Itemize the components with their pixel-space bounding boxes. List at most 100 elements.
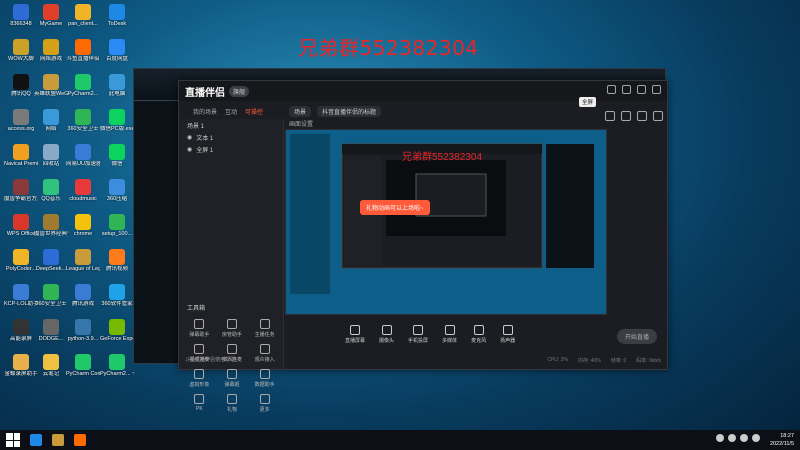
desktop-icon[interactable]: PyCharm2... 专业版(win... (100, 354, 134, 377)
start-live-button[interactable]: 开始直播 (616, 329, 657, 344)
desktop-icon[interactable]: League of Legends (66, 249, 100, 272)
desktop-icon[interactable]: 360安全卫士 (34, 284, 68, 307)
tab-control[interactable]: 可操控 (245, 107, 263, 116)
tool-item[interactable]: 虚拟形象 (183, 369, 216, 388)
source-button[interactable]: 多媒体 (442, 324, 457, 344)
source-button[interactable]: 直播屏幕 (345, 324, 365, 344)
eye-icon[interactable]: ◉ (187, 146, 192, 153)
desktop-icon-label: 金蝶录屏助手 (4, 371, 38, 377)
tool-item[interactable]: 主播任务 (248, 319, 281, 338)
desktop-icon[interactable]: PyCharm Communi... (66, 354, 100, 377)
bell-icon[interactable] (621, 111, 631, 121)
streaming-app-window[interactable]: 直播伴侣 旗舰 我的场景 互动 可操控 场景 1 ◉ 文本 1 ◉ 全屏 1 工具箱… (178, 80, 668, 413)
inner-watermark: 兄弟群552382304 (402, 152, 483, 163)
desktop-icon[interactable]: DODGE... (34, 319, 68, 342)
desktop-icon[interactable]: 魔兽争霸官方对战平台 (4, 179, 38, 202)
tool-item[interactable]: 观众接入 (248, 344, 281, 363)
desktop-icon[interactable]: 腾讯QQ (4, 74, 38, 97)
stream-title-field[interactable]: 抖音直播伴侣的标题 (317, 105, 382, 117)
desktop-icon[interactable]: setup_100... (100, 214, 134, 237)
desktop-icon[interactable]: chrome (66, 214, 100, 237)
desktop-icon[interactable]: 腾讯视频 (100, 249, 134, 272)
share-icon[interactable] (605, 111, 615, 121)
desktop-icon[interactable]: 360软件管家 (100, 284, 134, 307)
desktop-icon[interactable]: pan_client... (66, 4, 100, 27)
tool-item[interactable]: 礼物 (216, 394, 249, 413)
maximize-icon[interactable] (637, 85, 646, 94)
desktop-icon[interactable]: 此电脑 (100, 74, 134, 97)
preview-settings-label: 画面设置 (289, 122, 314, 128)
desktop-icon[interactable]: Navicat Premium (4, 144, 38, 167)
tab-scenes[interactable]: 我的场景 (193, 107, 217, 116)
desktop-icon-label: 回收站 (42, 161, 60, 167)
start-button[interactable] (6, 433, 20, 447)
desktop-icon[interactable]: 斗鱼直播伴侣 (66, 39, 100, 62)
desktop-icon[interactable]: 魔兽世界经典怀旧服 (34, 214, 68, 237)
desktop-icon[interactable]: KCP-LOL助手 (4, 284, 38, 307)
desktop-icon[interactable]: 百度网盘 (100, 39, 134, 62)
settings-icon[interactable] (607, 85, 616, 94)
desktop-icon[interactable]: 英雄联盟WeGame版 (34, 74, 68, 97)
tool-item[interactable]: 弹幕助手 (183, 319, 216, 338)
app-icon (13, 74, 29, 90)
eye-icon[interactable]: ◉ (187, 134, 192, 141)
desktop-icon[interactable]: ToDesk (100, 4, 134, 27)
fullscreen-icon[interactable] (637, 111, 647, 121)
tool-item[interactable]: PK (183, 394, 216, 413)
desktop-icon[interactable]: cloudmusic (66, 179, 100, 202)
taskbar-app-icon[interactable] (30, 434, 42, 446)
desktop-icon[interactable]: PolyCoder... (4, 249, 38, 272)
desktop-icon[interactable]: python-3.9... (66, 319, 100, 342)
tray-icon[interactable] (716, 434, 724, 442)
desktop-icon[interactable]: 云笔记 (34, 354, 68, 377)
desktop-icon[interactable]: 微信 (100, 144, 134, 167)
desktop-icon[interactable]: 微信PC版.exe (100, 109, 134, 132)
app-icon (43, 319, 59, 335)
desktop-icon[interactable]: GeForce Experience (100, 319, 134, 342)
scene-item[interactable]: ◉ 全屏 1 (179, 143, 283, 155)
desktop-icon[interactable]: PyCharm2... (66, 74, 100, 97)
tool-item[interactable]: 房管助手 (216, 319, 249, 338)
desktop-icon[interactable]: 腾讯游戏 (66, 284, 100, 307)
taskbar-app-icon[interactable] (52, 434, 64, 446)
desktop-icon[interactable]: 网络游戏 (34, 39, 68, 62)
source-button[interactable]: 麦克风 (471, 324, 486, 344)
desktop-icon[interactable]: WPS Office (4, 214, 38, 237)
source-button[interactable]: 摄像头 (379, 324, 394, 344)
taskbar-app-icon[interactable] (74, 434, 86, 446)
desktop-icon[interactable]: MyGame (34, 4, 68, 27)
desktop-icon[interactable]: 360压缩 (100, 179, 134, 202)
scene-item[interactable]: ◉ 文本 1 (179, 131, 283, 143)
source-button[interactable]: 扬声器 (500, 324, 515, 344)
desktop-icon[interactable]: 360安全卫士 (66, 109, 100, 132)
more-icon[interactable] (653, 111, 663, 121)
tray-icon[interactable] (740, 434, 748, 442)
app-logo: 直播伴侣 (185, 87, 225, 99)
tray-icon[interactable] (728, 434, 736, 442)
source-icon (502, 324, 513, 335)
desktop-icon[interactable]: 8366348 (4, 4, 38, 27)
desktop-icon[interactable]: 网络 (34, 109, 68, 132)
close-icon[interactable] (652, 85, 661, 94)
scene-item[interactable]: 场景 1 (179, 119, 283, 131)
scene-tab[interactable]: 场景 (289, 105, 312, 117)
minimize-icon[interactable] (622, 85, 631, 94)
desktop-icon[interactable]: access.org (4, 109, 38, 132)
tab-interact[interactable]: 互动 (225, 107, 237, 116)
desktop-icon[interactable]: WOW大脚 (4, 39, 38, 62)
desktop-icon[interactable]: DeepSeek... (34, 249, 68, 272)
desktop-icon[interactable]: QQ音乐 (34, 179, 68, 202)
help-link[interactable]: 斗鱼直播伴侣使用帮助 (185, 356, 235, 363)
tool-item[interactable]: 更多 (248, 394, 281, 413)
tool-item[interactable]: 数据助手 (248, 369, 281, 388)
desktop-icon[interactable]: 网易UU加速器 (66, 144, 100, 167)
app-icon (75, 74, 91, 90)
source-button[interactable]: 手机投屏 (408, 324, 428, 344)
tool-item[interactable]: 弹幕姬 (216, 369, 249, 388)
tool-label: 弹幕姬 (224, 382, 240, 388)
clock[interactable]: 18:27 2022/11/5 (770, 432, 794, 448)
desktop-icon[interactable]: 高能录屏 (4, 319, 38, 342)
desktop-icon[interactable]: 金蝶录屏助手 (4, 354, 38, 377)
desktop-icon[interactable]: 回收站 (34, 144, 68, 167)
tray-icon[interactable] (752, 434, 760, 442)
